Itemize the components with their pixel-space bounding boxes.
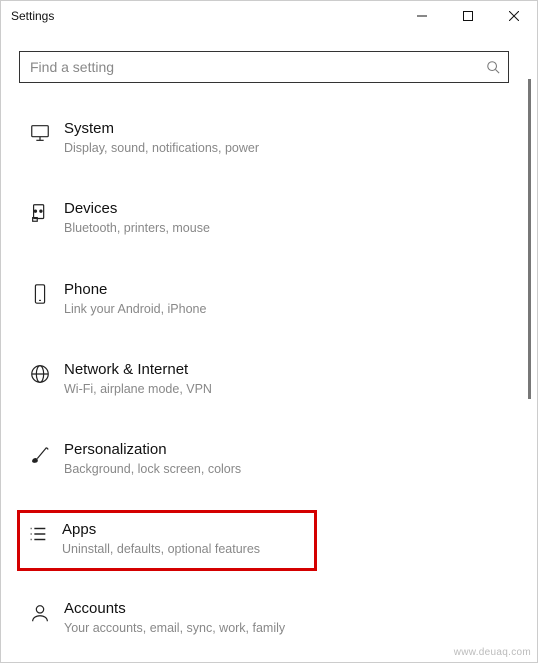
settings-item-phone[interactable]: Phone Link your Android, iPhone — [19, 270, 319, 328]
maximize-icon — [463, 11, 473, 21]
minimize-button[interactable] — [399, 1, 445, 31]
globe-icon — [22, 361, 58, 385]
titlebar: Settings — [1, 1, 537, 31]
settings-list: System Display, sound, notifications, po… — [19, 109, 519, 664]
devices-icon — [22, 200, 58, 224]
item-subtitle: Wi-Fi, airplane mode, VPN — [64, 381, 212, 397]
close-icon — [509, 11, 519, 21]
item-title: Personalization — [64, 441, 241, 459]
content: System Display, sound, notifications, po… — [1, 31, 537, 664]
window-controls — [399, 1, 537, 31]
apps-list-icon — [20, 521, 56, 545]
item-title: System — [64, 120, 259, 138]
item-title: Accounts — [64, 600, 285, 618]
item-title: Phone — [64, 281, 206, 299]
settings-item-accounts[interactable]: Accounts Your accounts, email, sync, wor… — [19, 589, 319, 647]
item-subtitle: Bluetooth, printers, mouse — [64, 220, 210, 236]
item-subtitle: Link your Android, iPhone — [64, 301, 206, 317]
scrollbar-thumb[interactable] — [528, 79, 531, 399]
settings-item-system[interactable]: System Display, sound, notifications, po… — [19, 109, 319, 167]
person-icon — [22, 600, 58, 624]
settings-item-apps[interactable]: Apps Uninstall, defaults, optional featu… — [17, 510, 317, 570]
watermark: www.deuaq.com — [454, 647, 531, 658]
item-subtitle: Display, sound, notifications, power — [64, 140, 259, 156]
settings-item-devices[interactable]: Devices Bluetooth, printers, mouse — [19, 189, 319, 247]
search-input[interactable] — [28, 58, 486, 76]
item-subtitle: Background, lock screen, colors — [64, 461, 241, 477]
item-title: Devices — [64, 200, 210, 218]
settings-item-network[interactable]: Network & Internet Wi-Fi, airplane mode,… — [19, 350, 319, 408]
item-title: Network & Internet — [64, 361, 212, 379]
maximize-button[interactable] — [445, 1, 491, 31]
settings-item-personalization[interactable]: Personalization Background, lock screen,… — [19, 430, 319, 488]
system-icon — [22, 120, 58, 144]
window-title: Settings — [11, 9, 54, 23]
search-box[interactable] — [19, 51, 509, 83]
item-title: Apps — [62, 521, 260, 539]
search-icon — [486, 60, 500, 74]
item-subtitle: Uninstall, defaults, optional features — [62, 541, 260, 557]
minimize-icon — [417, 11, 427, 21]
close-button[interactable] — [491, 1, 537, 31]
brush-icon — [22, 441, 58, 465]
phone-icon — [22, 281, 58, 305]
item-subtitle: Your accounts, email, sync, work, family — [64, 620, 285, 636]
